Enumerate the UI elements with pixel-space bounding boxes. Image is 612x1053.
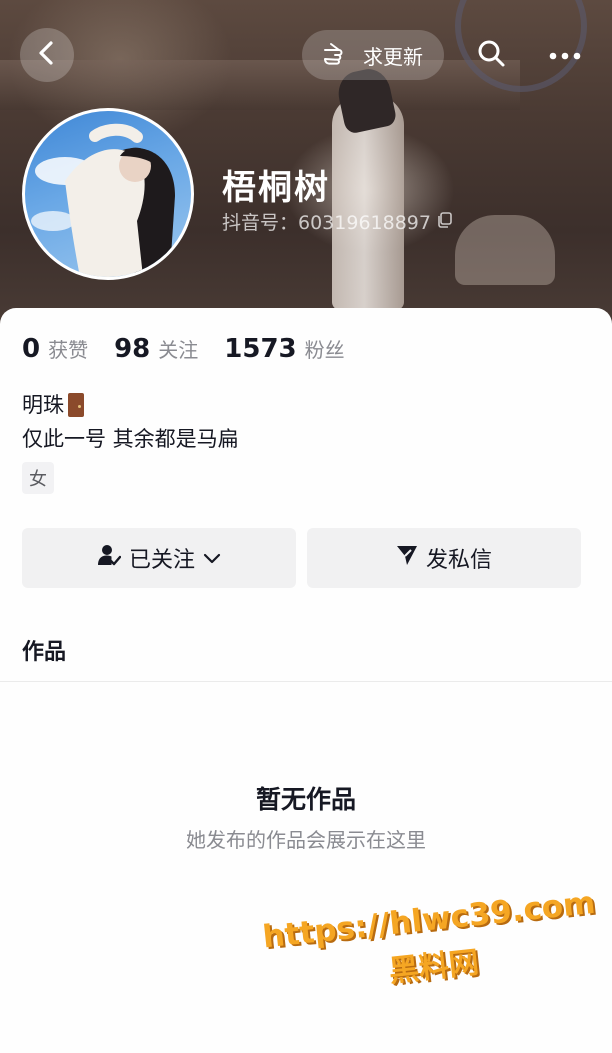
back-button[interactable] xyxy=(20,28,74,82)
copy-icon[interactable] xyxy=(437,211,453,233)
door-emoji-icon xyxy=(68,393,84,417)
search-icon xyxy=(476,38,506,72)
paper-plane-icon xyxy=(396,544,418,572)
stat-followers-label: 粉丝 xyxy=(304,338,345,362)
more-button[interactable] xyxy=(540,30,590,80)
chevron-down-icon xyxy=(203,546,221,571)
search-button[interactable] xyxy=(466,30,516,80)
stat-likes[interactable]: 0 获赞 xyxy=(22,334,88,364)
followed-button[interactable]: 已关注 xyxy=(22,528,296,588)
bio-line-1-text: 明珠 xyxy=(22,393,64,417)
more-dots-icon xyxy=(548,46,582,65)
avatar[interactable] xyxy=(22,108,194,280)
tab-works[interactable]: 作品 xyxy=(22,634,66,666)
stat-following[interactable]: 98 关注 xyxy=(114,334,198,364)
banner-cup-decor xyxy=(455,215,555,285)
hand-point-icon xyxy=(323,41,353,70)
request-update-label: 求更新 xyxy=(363,44,423,69)
followed-label: 已关注 xyxy=(128,548,195,573)
user-check-icon xyxy=(97,543,122,573)
douyin-id-text: 抖音号：60319618897 xyxy=(222,212,431,234)
request-update-button[interactable]: 求更新 xyxy=(302,30,444,80)
bio-line-1: 明珠 xyxy=(22,388,239,422)
stat-followers-value: 1573 xyxy=(224,334,297,364)
tab-divider xyxy=(0,681,612,682)
douyin-id[interactable]: 抖音号：60319618897 xyxy=(222,208,453,235)
avatar-photo xyxy=(31,123,175,277)
profile-stats: 0 获赞 98 关注 1573 粉丝 xyxy=(22,334,371,364)
profile-bio: 明珠 仅此一号 其余都是马扁 xyxy=(22,388,239,456)
stat-followers[interactable]: 1573 粉丝 xyxy=(224,334,344,364)
stat-likes-value: 0 xyxy=(22,334,41,364)
stat-following-value: 98 xyxy=(114,334,151,364)
send-message-label: 发私信 xyxy=(425,548,492,573)
back-arrow-icon xyxy=(36,40,58,70)
empty-state-title: 暂无作品 xyxy=(255,785,356,814)
profile-nickname: 梧桐树 xyxy=(222,168,330,208)
send-message-button[interactable]: 发私信 xyxy=(307,528,581,588)
stat-likes-label: 获赞 xyxy=(48,338,89,362)
bio-line-2: 仅此一号 其余都是马扁 xyxy=(22,427,239,451)
empty-state-subtitle: 她发布的作品会展示在这里 xyxy=(186,828,426,852)
stat-following-label: 关注 xyxy=(158,338,199,362)
gender-tag: 女 xyxy=(22,462,54,494)
banner-shelf-decor xyxy=(0,60,520,110)
